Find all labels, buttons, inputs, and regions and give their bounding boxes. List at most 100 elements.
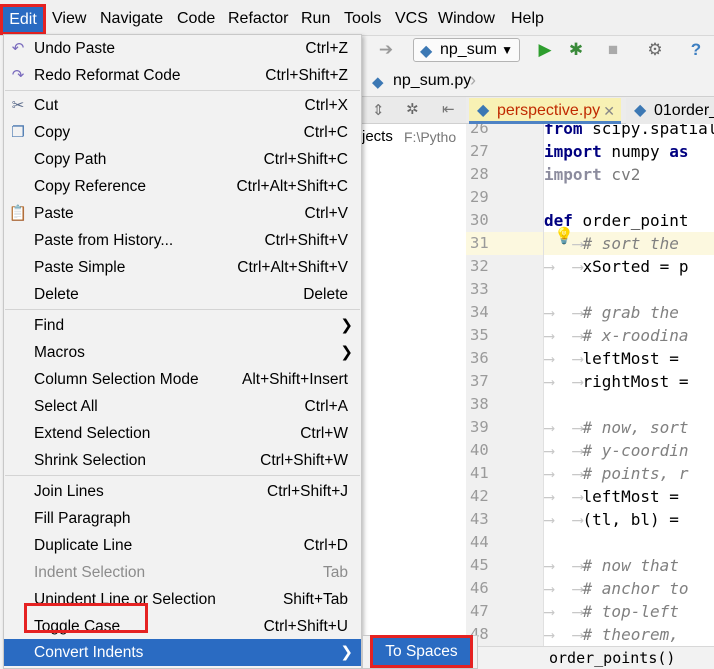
code-line: ⟶ ⟶# grab the	[544, 303, 679, 322]
chevron-right-icon: ❯	[340, 644, 353, 661]
code-line: ⟶ ⟶(tl, bl) =	[544, 510, 679, 529]
menu-item-undo[interactable]: ↶ Undo Paste Ctrl+Z	[4, 35, 361, 62]
code-line: ⟶ ⟶# y-coordin	[544, 441, 689, 460]
code-line: import numpy as	[544, 142, 689, 161]
menu-item-find[interactable]: Find ❯	[4, 312, 361, 339]
chevron-right-icon: ›	[470, 70, 476, 90]
line-number: 47	[470, 602, 489, 620]
code-line: ⟶ ⟶# x-roodina	[544, 326, 689, 345]
line-number: 26	[470, 124, 489, 137]
tab-label: 01order_	[654, 102, 714, 119]
code-line: ⟶ ⟶# now, sort	[544, 418, 689, 437]
navigation-bar: ◆ np_sum.py ›	[362, 67, 714, 97]
menu-item-convert-indents[interactable]: Convert Indents ❯	[4, 639, 361, 666]
menu-item-paste-simple[interactable]: Paste Simple Ctrl+Alt+Shift+V	[4, 254, 361, 281]
line-number: 30	[470, 211, 489, 229]
menu-item-cut[interactable]: ✂ Cut Ctrl+X	[4, 92, 361, 119]
menu-tools[interactable]: Tools	[344, 9, 381, 29]
edit-menu: ↶ Undo Paste Ctrl+Z ↷ Redo Reformat Code Ctr…	[3, 34, 362, 669]
line-number: 32	[470, 257, 489, 275]
line-number: 41	[470, 464, 489, 482]
code-line: ⟶ ⟶rightMost =	[544, 372, 689, 391]
tab-label: perspective.py	[497, 102, 601, 119]
code-line: ⟶ ⟶leftMost =	[544, 349, 679, 368]
python-icon: ◆	[420, 43, 433, 60]
menu-item-column-selection[interactable]: Column Selection Mode Alt+Shift+Insert	[4, 366, 361, 393]
line-number: 44	[470, 533, 489, 551]
menu-navigate[interactable]: Navigate	[100, 9, 163, 29]
line-number: 36	[470, 349, 489, 367]
code-line: ⟶ ⟶# anchor to	[544, 579, 689, 598]
code-line: import cv2	[544, 165, 641, 184]
menu-item-to-spaces[interactable]: To Spaces	[370, 635, 473, 668]
menu-item-delete[interactable]: Delete Delete	[4, 281, 361, 308]
menu-item-join-lines[interactable]: Join Lines Ctrl+Shift+J	[4, 478, 361, 505]
code-line: ⟶ ⟶# points, r	[544, 464, 689, 483]
line-number: 35	[470, 326, 489, 344]
menu-item-select-all[interactable]: Select All Ctrl+A	[4, 393, 361, 420]
menu-item-copy-path[interactable]: Copy Path Ctrl+Shift+C	[4, 146, 361, 173]
close-icon[interactable]: ✕	[603, 98, 615, 121]
line-number: 37	[470, 372, 489, 390]
menu-view[interactable]: View	[52, 9, 86, 29]
project-path: F:\Pytho	[404, 129, 457, 145]
menu-window[interactable]: Window	[438, 9, 495, 29]
undo-icon: ↶	[11, 40, 25, 57]
line-number: 42	[470, 487, 489, 505]
question-icon[interactable]: ?	[685, 39, 707, 61]
menu-refactor[interactable]: Refactor	[228, 9, 288, 29]
menu-item-redo[interactable]: ↷ Redo Reformat Code Ctrl+Shift+Z	[4, 62, 361, 89]
code-line: from scipy.spatial	[544, 124, 714, 140]
menu-item-fill-paragraph[interactable]: Fill Paragraph	[4, 505, 361, 532]
menu-vcs[interactable]: VCS	[395, 9, 428, 29]
separator	[5, 475, 360, 476]
editor-breadcrumb[interactable]: order_points()	[466, 646, 714, 669]
wrench-icon[interactable]: ⚙	[644, 39, 666, 61]
copy-icon: ❐	[11, 124, 25, 141]
menu-item-copy[interactable]: ❐ Copy Ctrl+C	[4, 119, 361, 146]
chevron-right-icon: ❯	[340, 344, 353, 361]
tab-perspective[interactable]: ◆ perspective.py ✕	[469, 98, 621, 124]
menu-item-shrink-selection[interactable]: Shrink Selection Ctrl+Shift+W	[4, 447, 361, 474]
line-number: 45	[470, 556, 489, 574]
menu-item-indent-selection[interactable]: Indent Selection Tab	[4, 559, 361, 586]
code-line: ⟶ ⟶leftMost =	[544, 487, 679, 506]
redo-icon: ↷	[11, 67, 25, 84]
menu-item-duplicate-line[interactable]: Duplicate Line Ctrl+D	[4, 532, 361, 559]
line-number: 31	[466, 232, 543, 255]
code-editor[interactable]: from scipy.spatial import numpy as impor…	[544, 124, 714, 646]
project-toolbar: ⇕ ✲ ⇤	[362, 97, 466, 124]
menu-item-copy-reference[interactable]: Copy Reference Ctrl+Alt+Shift+C	[4, 173, 361, 200]
gear-icon[interactable]: ✲	[406, 100, 419, 118]
hide-icon[interactable]: ⇤	[442, 100, 455, 118]
arrow-right-icon[interactable]: ➔	[375, 39, 397, 61]
python-file-icon: ◆	[634, 102, 647, 119]
menu-bar: Edit View Navigate Code Refactor Run Too…	[0, 0, 714, 36]
menu-item-paste-history[interactable]: Paste from History... Ctrl+Shift+V	[4, 227, 361, 254]
menu-edit[interactable]: Edit	[0, 4, 46, 35]
menu-run[interactable]: Run	[301, 9, 330, 29]
bug-icon[interactable]: ✱	[565, 39, 587, 61]
menu-item-paste[interactable]: 📋 Paste Ctrl+V	[4, 200, 361, 227]
line-number: 38	[470, 395, 489, 413]
menu-item-macros[interactable]: Macros ❯	[4, 339, 361, 366]
menu-item-extend-selection[interactable]: Extend Selection Ctrl+W	[4, 420, 361, 447]
menu-code[interactable]: Code	[177, 9, 215, 29]
tab-order[interactable]: ◆ 01order_	[626, 98, 714, 124]
line-number: 39	[470, 418, 489, 436]
line-number: 27	[470, 142, 489, 160]
breadcrumb-file[interactable]: np_sum.py	[393, 72, 471, 90]
run-config-label: np_sum	[440, 41, 497, 58]
line-number: 40	[470, 441, 489, 459]
project-tree: jects F:\Pytho	[362, 124, 466, 669]
play-icon[interactable]: ▶	[534, 39, 556, 61]
paste-icon: 📋	[8, 205, 28, 222]
project-label[interactable]: jects	[362, 128, 393, 145]
run-config-select[interactable]: ◆ np_sum ▼	[413, 38, 520, 62]
collapse-icon[interactable]: ⇕	[372, 101, 385, 119]
stop-icon[interactable]: ■	[602, 39, 624, 61]
separator	[5, 90, 360, 91]
menu-help[interactable]: Help	[511, 9, 544, 29]
line-number: 28	[470, 165, 489, 183]
lightbulb-icon[interactable]: 💡	[554, 226, 574, 246]
